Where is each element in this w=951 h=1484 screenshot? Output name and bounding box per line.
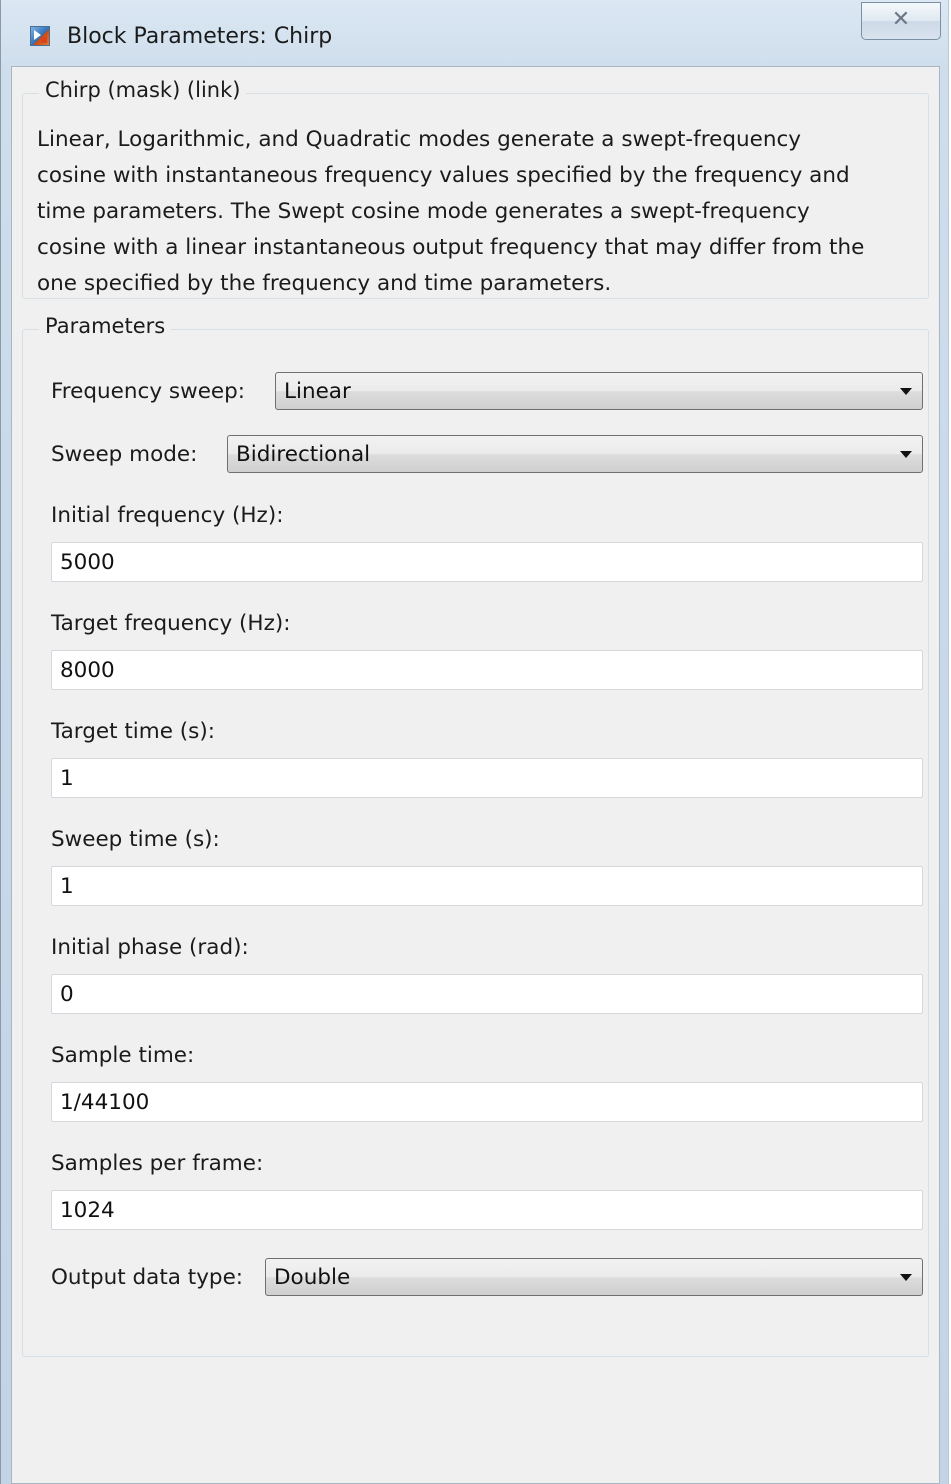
dialog-client-area: Chirp (mask) (link) Linear, Logarithmic,…: [11, 66, 940, 1484]
dialog-window: Block Parameters: Chirp ✕ Chirp (mask) (…: [0, 0, 949, 1484]
chevron-down-icon: [900, 1274, 912, 1281]
target-time-label: Target time (s):: [51, 719, 215, 744]
target-frequency-field[interactable]: 8000: [51, 650, 923, 690]
description-line: time parameters. The Swept cosine mode g…: [37, 199, 810, 224]
sample-time-field[interactable]: 1/44100: [51, 1082, 923, 1122]
window-title: Block Parameters: Chirp: [67, 24, 333, 49]
samples-per-frame-field[interactable]: 1024: [51, 1190, 923, 1230]
initial-frequency-field[interactable]: 5000: [51, 542, 923, 582]
sweep-mode-label: Sweep mode:: [51, 442, 198, 467]
target-time-value: 1: [60, 766, 74, 791]
frequency-sweep-dropdown[interactable]: Linear: [275, 372, 923, 410]
initial-phase-value: 0: [60, 982, 74, 1007]
target-frequency-label: Target frequency (Hz):: [51, 611, 291, 636]
samples-per-frame-label: Samples per frame:: [51, 1151, 264, 1176]
sweep-mode-value: Bidirectional: [236, 442, 371, 467]
initial-phase-field[interactable]: 0: [51, 974, 923, 1014]
mask-description-group: Chirp (mask) (link) Linear, Logarithmic,…: [22, 78, 929, 302]
sample-time-value: 1/44100: [60, 1090, 150, 1115]
description-line: one specified by the frequency and time …: [37, 271, 612, 296]
chevron-down-icon: [900, 451, 912, 458]
parameters-group: Parameters Frequency sweep: Linear Sweep…: [22, 314, 929, 1357]
frequency-sweep-value: Linear: [284, 379, 351, 404]
initial-frequency-label: Initial frequency (Hz):: [51, 503, 284, 528]
target-frequency-value: 8000: [60, 658, 115, 683]
sweep-time-field[interactable]: 1: [51, 866, 923, 906]
description-line: cosine with a linear instantaneous outpu…: [37, 235, 865, 260]
sweep-time-label: Sweep time (s):: [51, 827, 220, 852]
mask-group-label: Chirp (mask) (link): [39, 78, 247, 102]
sweep-mode-dropdown[interactable]: Bidirectional: [227, 435, 923, 473]
mask-description: Linear, Logarithmic, and Quadratic modes…: [37, 122, 917, 302]
target-time-field[interactable]: 1: [51, 758, 923, 798]
samples-per-frame-value: 1024: [60, 1198, 115, 1223]
close-icon: ✕: [891, 7, 911, 32]
output-data-type-label: Output data type:: [51, 1265, 244, 1290]
output-data-type-value: Double: [274, 1265, 351, 1290]
initial-phase-label: Initial phase (rad):: [51, 935, 249, 960]
sweep-time-value: 1: [60, 874, 74, 899]
chevron-down-icon: [900, 388, 912, 395]
output-data-type-dropdown[interactable]: Double: [265, 1258, 923, 1296]
description-line: cosine with instantaneous frequency valu…: [37, 163, 850, 188]
frequency-sweep-label: Frequency sweep:: [51, 379, 246, 404]
sample-time-label: Sample time:: [51, 1043, 195, 1068]
initial-frequency-value: 5000: [60, 550, 115, 575]
parameters-group-label: Parameters: [39, 314, 172, 338]
description-line: Linear, Logarithmic, and Quadratic modes…: [37, 127, 802, 152]
simulink-block-icon: [30, 26, 50, 46]
close-button[interactable]: ✕: [861, 2, 941, 40]
